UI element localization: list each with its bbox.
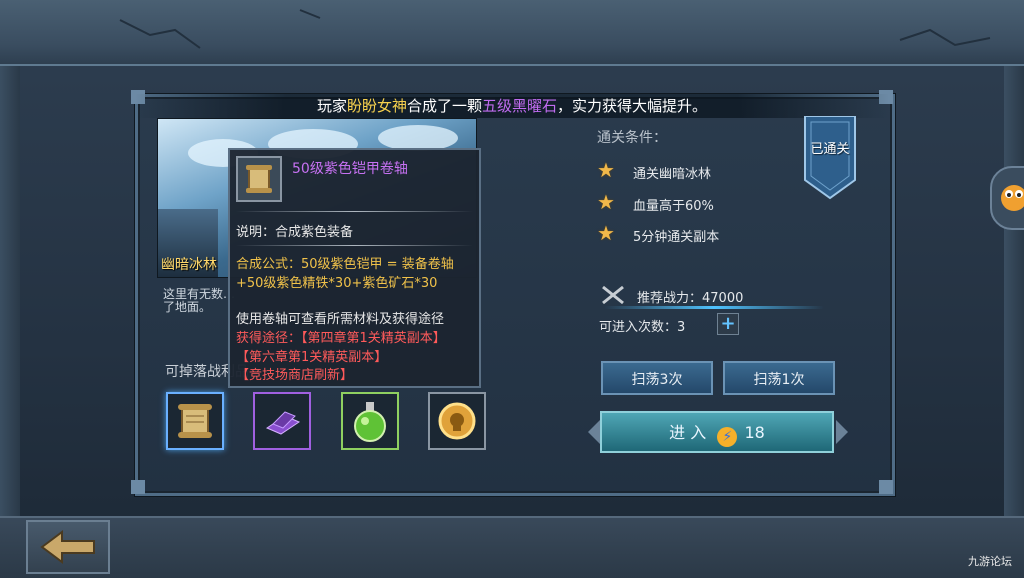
sweep-1-button[interactable]: 扫荡1次 xyxy=(723,361,835,395)
star-icon: ★ xyxy=(597,190,615,214)
power-value: 47000 xyxy=(702,291,744,306)
green-potion-icon xyxy=(354,402,386,442)
tooltip-divider xyxy=(236,245,473,246)
back-button[interactable] xyxy=(26,520,110,574)
bottom-bar xyxy=(0,516,1024,578)
tooltip-title: 50级紫色铠甲卷轴 xyxy=(292,161,408,177)
banner-item-name: 五级黑曜石 xyxy=(482,97,558,115)
entries-remaining: 可进入次数：3 xyxy=(599,316,685,335)
crossed-swords-icon xyxy=(600,284,626,306)
panel-corner xyxy=(131,480,145,494)
recommended-power: 推荐战力：47000 xyxy=(637,287,743,306)
drop-slot-crystal[interactable] xyxy=(253,392,311,450)
scroll-icon xyxy=(246,165,272,193)
condition-item: 血量高于60% xyxy=(633,199,714,214)
back-arrow-icon xyxy=(40,530,95,564)
side-menu-widget[interactable] xyxy=(990,166,1024,230)
star-icon: ★ xyxy=(597,221,615,245)
enter-button[interactable]: 进 入 ⚡ 18 xyxy=(600,411,834,453)
tooltip-formula-line2: +50级紫色精铁*30+紫色矿石*30 xyxy=(236,276,438,291)
purple-crystal-icon xyxy=(265,411,301,435)
add-entries-button[interactable]: + xyxy=(717,313,739,335)
star-icon: ★ xyxy=(597,158,615,182)
tooltip-item-icon xyxy=(236,156,282,202)
tooltip-source-item[interactable]: 【竞技场商店刷新】 xyxy=(236,364,353,383)
condition-item: 通关幽暗冰林 xyxy=(633,167,712,182)
broadcast-banner: 玩家盼盼女神合成了一颗五级黑曜石，实力获得大幅提升。 xyxy=(135,94,889,118)
right-rail xyxy=(1004,66,1024,516)
conditions-title: 通关条件： xyxy=(597,130,667,146)
banner-middle: 合成了一颗 xyxy=(406,97,482,115)
scroll-icon xyxy=(178,404,212,438)
tooltip-source-item[interactable]: 【第四章第1关精英副本】 xyxy=(301,331,446,346)
ribbon-badge-icon xyxy=(804,115,856,200)
left-rail xyxy=(0,66,20,516)
enter-label: 进 入 xyxy=(669,423,707,442)
cleared-badge-label: 已通关 xyxy=(810,142,850,157)
tooltip-description: 说明：合成紫色装备 xyxy=(236,225,354,240)
enter-right-arrow-icon xyxy=(836,420,848,444)
banner-suffix: ，实力获得大幅提升。 xyxy=(557,97,708,115)
banner-player-name: 盼盼女神 xyxy=(346,97,407,115)
tooltip-divider xyxy=(236,211,473,212)
power-label: 推荐战力： xyxy=(637,291,703,306)
entries-value: 3 xyxy=(677,320,686,335)
condition-item: 5分钟通关副本 xyxy=(633,230,720,245)
cleared-badge: 已通关 xyxy=(801,115,859,200)
banner-prefix: 玩家 xyxy=(316,97,347,115)
plus-icon: + xyxy=(720,313,736,334)
drop-slot-scroll[interactable] xyxy=(166,392,224,450)
top-frame-cracks xyxy=(119,9,991,49)
drop-slot-potion[interactable] xyxy=(341,392,399,450)
gold-coin-icon xyxy=(438,402,476,440)
enter-cost: 18 xyxy=(744,423,765,442)
tooltip-source-row: 获得途径：【第四章第1关精英副本】 xyxy=(236,327,446,346)
panel-corner xyxy=(879,480,893,494)
enter-left-arrow-icon xyxy=(588,420,600,444)
tooltip-source-item[interactable]: 【第六章第1关精英副本】 xyxy=(236,346,387,365)
top-frame xyxy=(0,0,1024,66)
tooltip-hint: 使用卷轴可查看所需材料及获得途径 xyxy=(236,312,445,327)
energy-icon: ⚡ xyxy=(717,427,738,447)
sweep-3-button[interactable]: 扫荡3次 xyxy=(601,361,713,395)
entries-label: 可进入次数： xyxy=(599,320,678,335)
tooltip-source-label: 获得途径： xyxy=(236,331,302,346)
stage-name: 幽暗冰林 xyxy=(161,257,217,273)
tooltip-formula-line1: 合成公式：50级紫色铠甲 = 装备卷轴 xyxy=(236,257,454,272)
glow-divider xyxy=(604,306,824,309)
drop-slot-coin[interactable] xyxy=(428,392,486,450)
mascot-icon xyxy=(1001,185,1024,211)
watermark: 九游论坛 xyxy=(968,555,1012,568)
